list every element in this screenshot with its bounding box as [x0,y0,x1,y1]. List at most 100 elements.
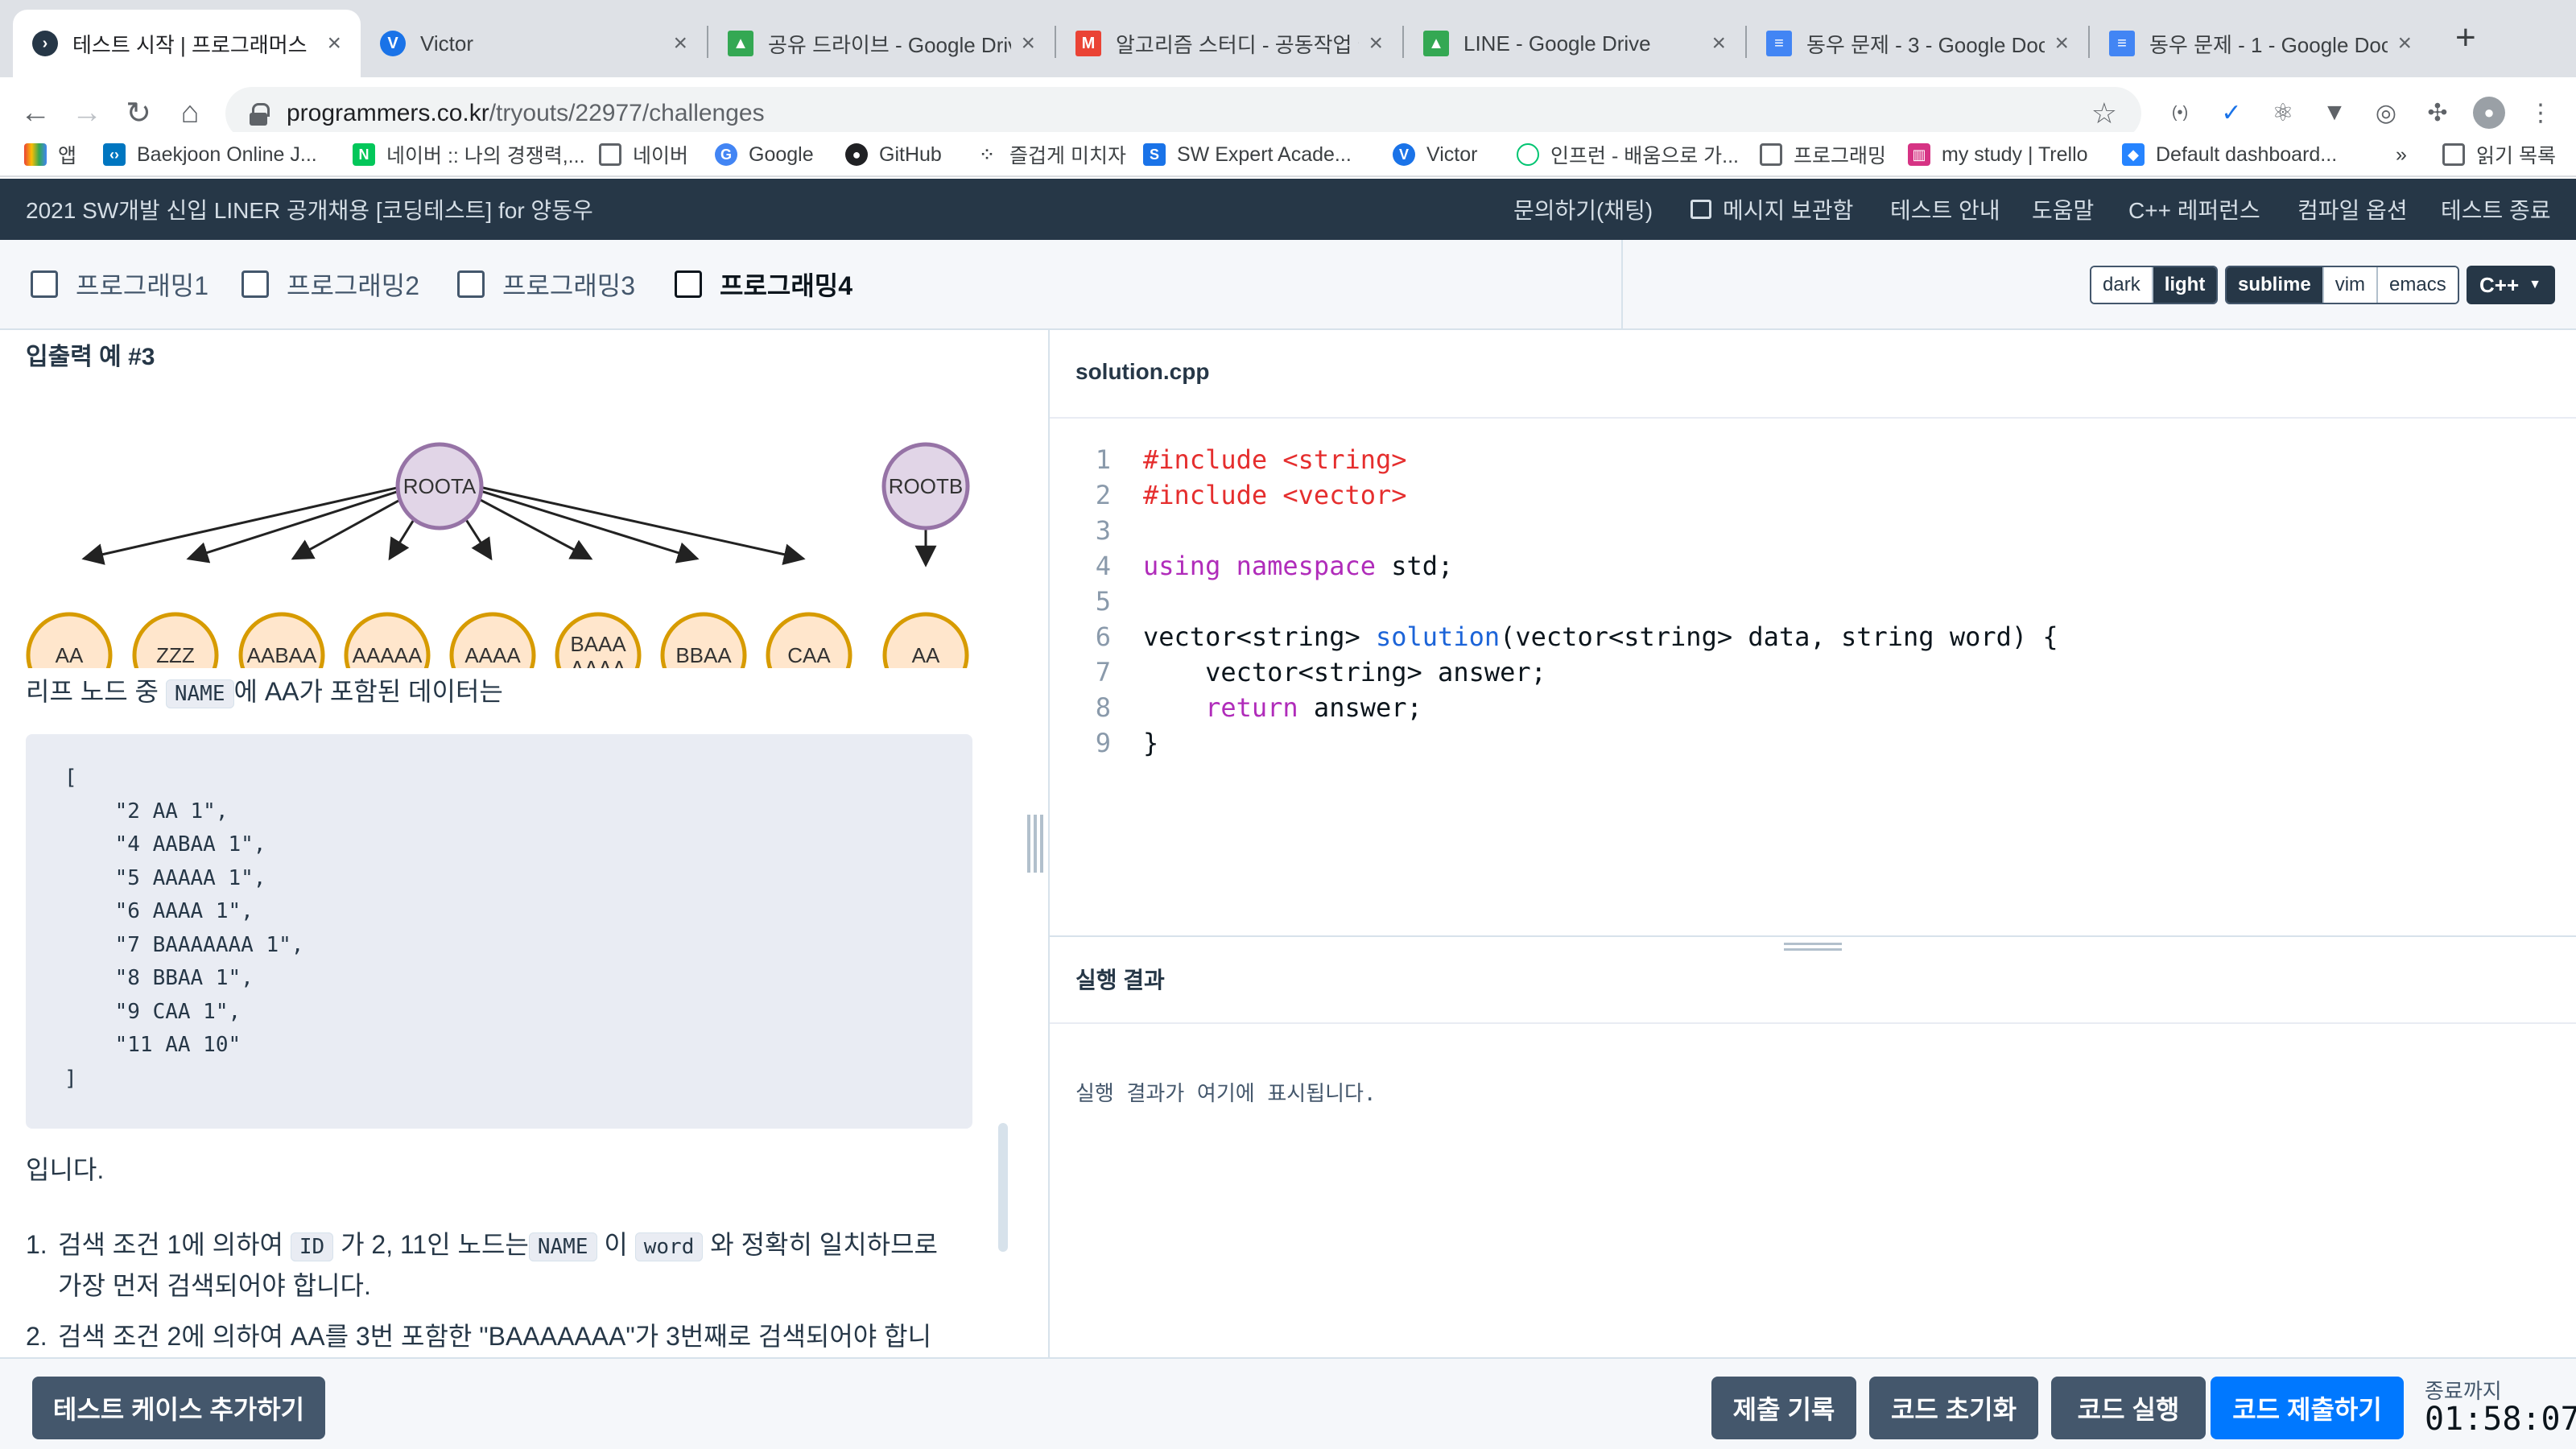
bookmark-victor[interactable]: V Victor [1393,138,1477,171]
google-icon: G [715,143,737,166]
add-testcase-button[interactable]: 테스트 케이스 추가하기 [32,1377,325,1439]
bookmark-swea[interactable]: S SW Expert Acade... [1143,138,1352,171]
code-token: vector<string> [1143,621,1376,652]
bookmark-trello[interactable]: ▥ my study | Trello [1908,138,2088,171]
bookmark-naver-blog[interactable]: N 네이버 :: 나의 경쟁력,... [353,138,585,171]
folder-icon [1760,143,1782,166]
bookmark-blog[interactable]: ⁘ 즐겁게 미치자 [976,138,1126,171]
code-token: #include <vector> [1143,480,1407,510]
bookmark-baekjoon[interactable]: ‹› Baekjoon Online J... [103,138,317,171]
tree-edges [81,477,937,568]
problem-tab-4[interactable]: 프로그래밍4 [675,264,852,304]
line-number: 1 [1095,444,1111,475]
browser-tab-programmers[interactable]: › 테스트 시작 | 프로그래머스 × [13,10,361,77]
code-block-line: "9 CAA 1", [64,999,242,1024]
leaf-sentence: 리프 노드 중 NAME 에 AA가 포함된 데이터는 [26,671,503,708]
puzzle-extensions-icon[interactable]: ✣ [2421,97,2454,129]
sentence-text: 에 AA가 포함된 데이터는 [233,677,503,706]
browser-tab-docs-1[interactable]: ≡ 동우 문제 - 1 - Google Docs × [2090,10,2431,77]
reset-code-button[interactable]: 코드 초기화 [1869,1377,2038,1439]
menu-compile-options[interactable]: 컴파일 옵션 [2297,179,2408,240]
google-drive-icon: ▲ [728,31,753,56]
menu-cpp-reference[interactable]: C++ 레퍼런스 [2128,179,2260,240]
bookmarks-overflow[interactable]: » [2396,138,2407,171]
back-arrow-icon[interactable]: ← [14,92,56,134]
checkmark-extension-icon[interactable]: ✓ [2215,97,2248,129]
problem-tab-3[interactable]: 프로그래밍3 [457,264,635,304]
bookmark-google[interactable]: G Google [715,138,814,171]
code-block-line: "7 BAAAAAAA 1", [64,932,304,957]
code-token: vector<string> answer; [1143,657,1546,687]
problem-tab-1[interactable]: 프로그래밍1 [31,264,208,304]
react-devtools-icon[interactable]: ⚛ [2267,97,2299,129]
code-block-line: "6 AAAA 1", [64,899,254,923]
close-icon[interactable]: × [327,30,341,57]
profile-avatar[interactable]: ● [2473,97,2505,129]
bookmark-jira[interactable]: ◆ Default dashboard... [2122,138,2337,171]
trello-icon: ▥ [1908,143,1930,166]
sentence-text: 리프 노드 중 [26,677,159,706]
apps-icon [24,143,47,166]
menu-chat-inquiry[interactable]: 문의하기(채팅) [1513,179,1653,240]
home-icon[interactable]: ⌂ [169,92,211,134]
browser-tab-gmail[interactable]: M 알고리즘 스터디 - 공동작업 권한... × [1056,10,1402,77]
menu-message-box[interactable]: 메시지 보관함 [1690,179,1853,240]
keymap-vim-option[interactable]: vim [2323,267,2379,303]
code-editor[interactable]: 1 #include <string> 2 #include <vector> 3 4 us… [1050,420,2576,935]
bookmark-label: 네이버 [633,145,689,167]
browser-tab-shared-drive[interactable]: ▲ 공유 드라이브 - Google Drive × [708,10,1055,77]
tab-title: 알고리즘 스터디 - 공동작업 권한... [1116,32,1359,57]
keymap-emacs-option[interactable]: emacs [2378,267,2458,303]
menu-test-guide[interactable]: 테스트 안내 [1890,179,2000,240]
footer-bar: 테스트 케이스 추가하기 제출 기록 코드 초기화 코드 실행 코드 제출하기 … [0,1357,2576,1449]
theme-light-option[interactable]: light [2153,267,2217,303]
bookmark-folder-programming[interactable]: 프로그래밍 [1760,138,1886,171]
submit-code-button[interactable]: 코드 제출하기 [2211,1377,2404,1439]
code-line: 6 vector<string> solution(vector<string> … [1050,621,2576,657]
inline-code: NAME [165,679,234,708]
keymap-sublime-option[interactable]: sublime [2227,267,2324,303]
theme-dark-option[interactable]: dark [2091,267,2153,303]
node-label: AA [912,643,940,667]
bookmark-apps[interactable]: 앱 [24,138,76,171]
browser-tab-victor[interactable]: V Victor × [361,10,707,77]
vue-devtools-icon[interactable]: ▼ [2318,97,2351,129]
forward-arrow-icon[interactable]: → [66,92,108,134]
node-label-two-line: BAAA AAAA [570,632,626,668]
bookmark-inflearn[interactable]: 인프런 - 배움으로 가... [1517,138,1739,171]
browser-tab-line-drive[interactable]: ▲ LINE - Google Drive × [1404,10,1745,77]
lock-icon [250,103,270,126]
menu-help[interactable]: 도움말 [2032,179,2094,240]
run-code-button[interactable]: 코드 실행 [2051,1377,2206,1439]
extension-icon[interactable]: (•) [2164,97,2196,129]
reload-icon[interactable]: ↻ [118,92,159,134]
close-icon[interactable]: × [2397,30,2412,57]
language-select[interactable]: C++ ▼ [2467,266,2555,304]
panel-resize-handle[interactable] [1027,815,1043,873]
new-tab-button[interactable]: + [2455,18,2476,58]
problem-tab-2[interactable]: 프로그래밍2 [242,264,419,304]
code-line: 1 #include <string> [1050,444,2576,480]
code-token: } [1143,728,1159,758]
description-scrollbar[interactable] [998,1123,1008,1252]
naver-icon: N [353,143,375,166]
node-label-line: BAAA [570,632,626,656]
reading-list[interactable]: 읽기 목록 [2442,138,2556,171]
close-icon[interactable]: × [1021,30,1035,57]
close-icon[interactable]: × [673,30,687,57]
browser-tab-docs-3[interactable]: ≡ 동우 문제 - 3 - Google Docs × [1747,10,2088,77]
bookmark-star-icon[interactable]: ☆ [2091,97,2117,130]
close-icon[interactable]: × [1711,30,1726,57]
more-vertical-icon[interactable]: ⋮ [2524,97,2557,129]
close-icon[interactable]: × [1368,30,1383,57]
bookmark-folder-naver[interactable]: 네이버 [599,138,688,171]
tree-node-roota: ROOTA [395,442,484,530]
target-extension-icon[interactable]: ◎ [2370,97,2402,129]
close-icon[interactable]: × [2054,30,2069,57]
submission-history-button[interactable]: 제출 기록 [1711,1377,1856,1439]
line-number: 8 [1095,692,1111,723]
checkbox-icon [31,270,58,298]
bookmark-github[interactable]: ● GitHub [845,138,942,171]
result-resize-handle[interactable] [1784,943,1842,954]
menu-end-test[interactable]: 테스트 종료 [2441,179,2551,240]
